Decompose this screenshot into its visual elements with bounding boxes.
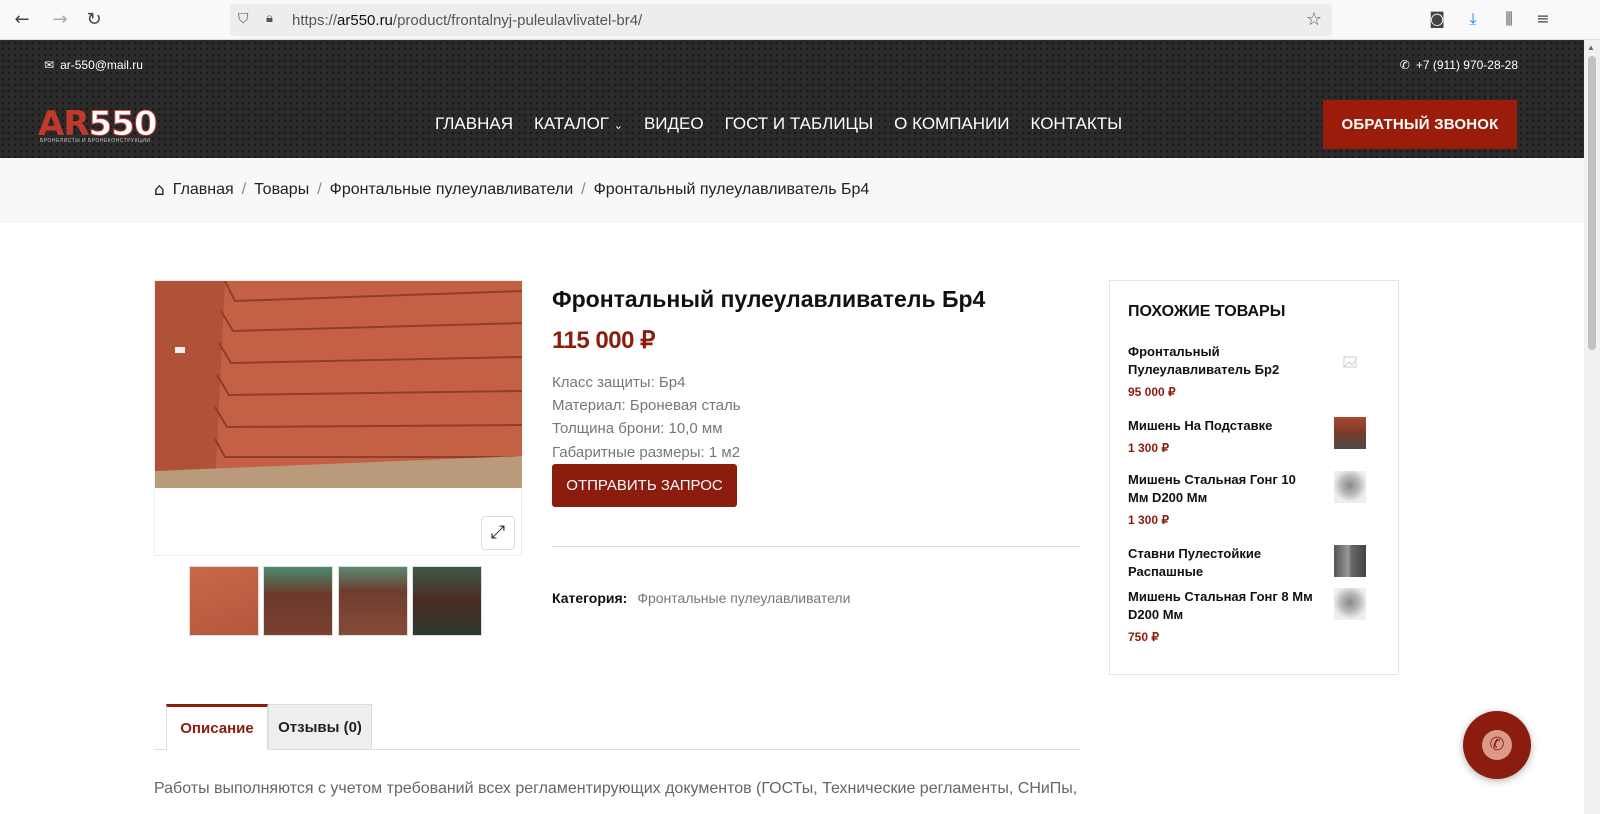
- breadcrumb-separator: /: [581, 181, 586, 198]
- breadcrumb: ⌂ Главная / Товары / Фронтальные пулеула…: [154, 180, 869, 200]
- back-icon[interactable]: ←: [10, 8, 34, 32]
- related-item-thumbnail[interactable]: [1334, 471, 1366, 503]
- related-item-name[interactable]: Ставни Пулестойкие Распашные: [1128, 545, 1313, 581]
- breadcrumb-category[interactable]: Фронтальные пулеулавливатели: [330, 181, 574, 199]
- related-item-price: 1 300 ₽: [1128, 513, 1169, 527]
- site-logo[interactable]: AR550 БРОНЕЛИСТЫ И БРОНЕКОНСТРУКЦИИ: [38, 104, 180, 146]
- description-text: Работы выполняются с учетом требований в…: [154, 780, 1078, 797]
- related-item-name[interactable]: Мишень На Подставке: [1128, 417, 1313, 435]
- related-item-thumbnail[interactable]: [1334, 588, 1366, 620]
- spec-dimensions: Габаритные размеры: 1 м2: [552, 444, 741, 461]
- tab-reviews[interactable]: Отзывы (0): [268, 704, 372, 750]
- divider: [552, 546, 1080, 547]
- header-phone[interactable]: ✆ +7 (911) 970-28-28: [1400, 58, 1518, 72]
- gallery-thumbnail-2[interactable]: [263, 566, 333, 636]
- category-label: Категория:: [552, 590, 628, 606]
- scroll-up-icon[interactable]: ▲: [1587, 43, 1595, 52]
- nav-gost[interactable]: ГОСТ И ТАБЛИЦЫ: [725, 114, 874, 134]
- product-price: 115 000 ₽: [552, 327, 655, 354]
- related-item-name[interactable]: Мишень Стальная Гонг 10 Мм D200 Мм: [1128, 471, 1313, 507]
- placeholder-image-icon[interactable]: [1334, 347, 1366, 379]
- breadcrumb-separator: /: [317, 181, 322, 198]
- pocket-icon[interactable]: ◙: [1426, 8, 1448, 30]
- breadcrumb-current: Фронтальный пулеулавливатель Бр4: [593, 181, 870, 198]
- phone-icon: ✆: [1399, 58, 1410, 72]
- browser-toolbar: ← → ↻ ⛉ 🔒︎ https://ar550.ru/product/fron…: [0, 0, 1600, 40]
- page-scrollbar[interactable]: ▲: [1584, 40, 1600, 814]
- nav-contacts[interactable]: КОНТАКТЫ: [1031, 114, 1123, 134]
- callback-button[interactable]: ОБРАТНЫЙ ЗВОНОК: [1323, 100, 1517, 149]
- related-item[interactable]: Ставни Пулестойкие Распашные: [1128, 545, 1388, 581]
- gallery-thumbnail-4[interactable]: [412, 566, 482, 636]
- product-title: Фронтальный пулеулавливатель Бр4: [552, 286, 986, 312]
- spec-protection-class: Класс защиты: Бр4: [552, 374, 686, 391]
- nav-video[interactable]: ВИДЕО: [644, 114, 704, 134]
- site-header: ✉ ar-550@mail.ru ✆ +7 (911) 970-28-28 AR55…: [0, 40, 1584, 158]
- breadcrumb-products[interactable]: Товары: [254, 181, 309, 199]
- related-item-name[interactable]: Мишень Стальная Гонг 8 Мм D200 Мм: [1128, 588, 1313, 624]
- gallery-thumbnail-1[interactable]: [189, 566, 259, 636]
- related-item[interactable]: Мишень На Подставке 1 300 ₽: [1128, 417, 1388, 455]
- phone-icon: ✆: [1482, 730, 1512, 760]
- gallery-thumbnail-3[interactable]: [338, 566, 408, 636]
- mail-icon: ✉: [44, 58, 55, 72]
- related-item[interactable]: Фронтальный Пулеулавливатель Бр2 95 000 …: [1128, 343, 1388, 399]
- download-icon[interactable]: ⤓: [1462, 8, 1484, 30]
- product-photo: [155, 281, 522, 488]
- related-item-price: 750 ₽: [1128, 630, 1159, 644]
- product-category: Категория: Фронтальные пулеулавливатели: [552, 590, 850, 606]
- spec-material: Материал: Броневая сталь: [552, 397, 741, 414]
- product-main-image[interactable]: [154, 280, 522, 556]
- related-item-thumbnail[interactable]: [1334, 545, 1366, 577]
- shield-icon[interactable]: ⛉: [238, 11, 256, 29]
- reload-icon[interactable]: ↻: [82, 8, 106, 32]
- related-products-widget: ПОХОЖИЕ ТОВАРЫ Фронтальный Пулеулавливат…: [1109, 280, 1399, 675]
- breadcrumb-bar: ⌂ Главная / Товары / Фронтальные пулеула…: [0, 158, 1584, 222]
- related-item[interactable]: Мишень Стальная Гонг 8 Мм D200 Мм 750 ₽: [1128, 588, 1388, 644]
- chevron-down-icon: ⌄: [613, 119, 623, 132]
- nav-about[interactable]: О КОМПАНИИ: [894, 114, 1009, 134]
- url-text[interactable]: https://ar550.ru/product/frontalnyj-pule…: [292, 12, 642, 29]
- breadcrumb-home[interactable]: Главная: [173, 181, 234, 199]
- lock-icon[interactable]: 🔒︎: [266, 11, 280, 29]
- send-request-button[interactable]: ОТПРАВИТЬ ЗАПРОС: [552, 464, 737, 507]
- related-item-thumbnail[interactable]: [1334, 417, 1366, 449]
- zoom-expand-icon[interactable]: ⤢: [481, 516, 515, 550]
- library-icon[interactable]: ⫼: [1498, 8, 1520, 30]
- category-link[interactable]: Фронтальные пулеулавливатели: [637, 590, 850, 606]
- breadcrumb-separator: /: [241, 181, 247, 198]
- related-title: ПОХОЖИЕ ТОВАРЫ: [1128, 303, 1286, 320]
- forward-icon[interactable]: →: [48, 8, 72, 32]
- header-email[interactable]: ✉ ar-550@mail.ru: [44, 58, 143, 72]
- related-item-price: 95 000 ₽: [1128, 385, 1176, 399]
- scrollbar-thumb[interactable]: [1588, 56, 1596, 350]
- main-nav: ГЛАВНАЯ КАТАЛОГ ⌄ ВИДЕО ГОСТ И ТАБЛИЦЫ О…: [435, 114, 1122, 134]
- related-item-name[interactable]: Фронтальный Пулеулавливатель Бр2: [1128, 343, 1313, 379]
- nav-home[interactable]: ГЛАВНАЯ: [435, 114, 513, 134]
- logo-subtitle: БРОНЕЛИСТЫ И БРОНЕКОНСТРУКЦИИ: [40, 138, 151, 144]
- floating-call-button[interactable]: ✆: [1463, 711, 1531, 779]
- bookmark-star-icon[interactable]: ☆: [1306, 9, 1322, 30]
- url-bar[interactable]: ⛉ 🔒︎ https://ar550.ru/product/frontalnyj…: [230, 4, 1332, 36]
- menu-icon[interactable]: ≡: [1532, 8, 1554, 30]
- home-icon[interactable]: ⌂: [154, 180, 165, 200]
- tab-description[interactable]: Описание: [166, 704, 268, 750]
- nav-catalog[interactable]: КАТАЛОГ ⌄: [534, 114, 623, 134]
- product-tabs: Описание Отзывы (0): [154, 704, 1080, 750]
- related-item[interactable]: Мишень Стальная Гонг 10 Мм D200 Мм 1 300…: [1128, 471, 1388, 527]
- spec-thickness: Толщина брони: 10,0 мм: [552, 420, 723, 437]
